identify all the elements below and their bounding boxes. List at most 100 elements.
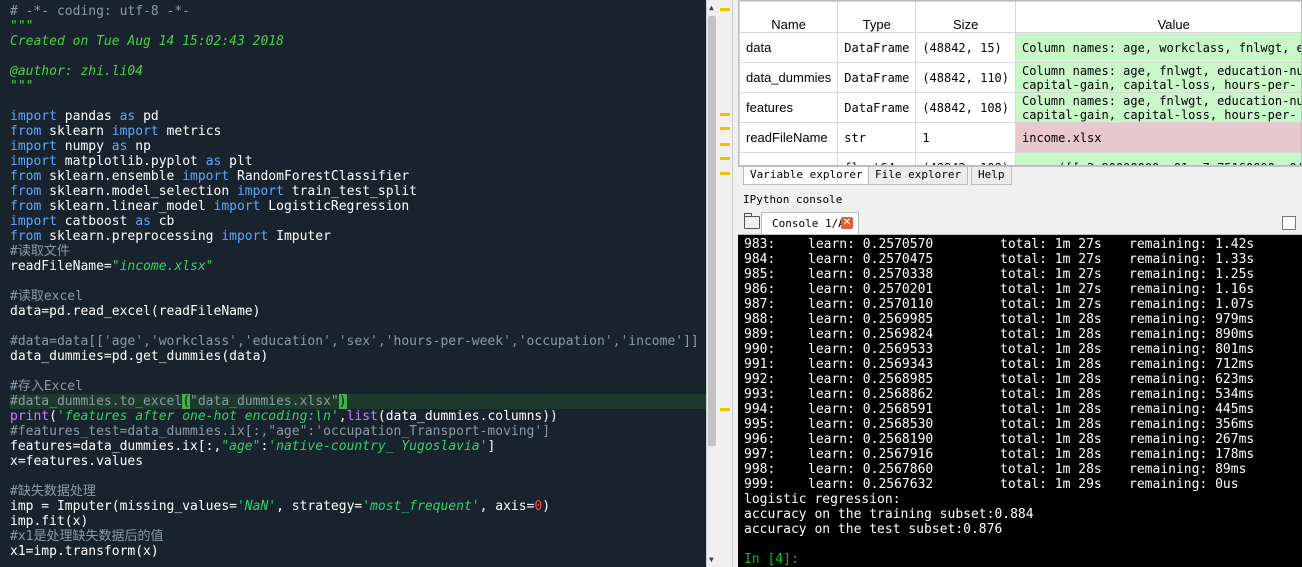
console-output-line: 986: learn: 0.2570201 total: 1m 27s remaini…	[744, 282, 1254, 297]
console-field-rem: remaining: 1.25s	[1129, 267, 1255, 282]
variable-table: Name Type Size Value data DataFrame (48842…	[739, 1, 1301, 165]
column-header-name[interactable]: Name	[739, 1, 839, 33]
tab-help[interactable]: Help	[971, 167, 1012, 185]
code-line[interactable]: 7	[10, 94, 706, 109]
tab-console[interactable]: Console 1/A ✕	[761, 212, 859, 234]
code-line[interactable]: 25	[10, 364, 706, 379]
console-tab-label: Console 1/A	[772, 217, 845, 230]
code-line[interactable]: 35imp.fit(x)	[10, 514, 706, 529]
code-line[interactable]: 19	[10, 274, 706, 289]
warning-marker[interactable]	[720, 143, 730, 146]
code-line[interactable]: 16from sklearn.preprocessing import Impu…	[10, 229, 706, 244]
variable-row[interactable]: data DataFrame (48842, 15) Column names: ag…	[739, 32, 1301, 63]
code-token: #data_dummies.to_excel	[10, 394, 183, 409]
code-line[interactable]: 5@author: zhi.li04	[10, 64, 706, 79]
code-line[interactable]: 13from sklearn.model_selection import tr…	[10, 184, 706, 199]
variable-row[interactable]: data_dummies DataFrame (48842, 110) Column …	[739, 62, 1301, 93]
variable-value: income.xlsx	[1015, 122, 1301, 153]
code-line[interactable]: 9from sklearn import metrics	[10, 124, 706, 139]
code-line[interactable]: 22	[10, 319, 706, 334]
ipython-console[interactable]: 983: learn: 0.2570570 total: 1m 27s remaini…	[738, 235, 1302, 567]
code-token: LogisticRegression	[260, 199, 410, 214]
code-line[interactable]: 36#x1是处理缺失数据后的值	[10, 529, 706, 544]
code-line[interactable]: 20#读取excel	[10, 289, 706, 304]
pane-tab-bar: Variable explorer File explorer Help	[738, 166, 1302, 187]
code-line[interactable]: 15import catboost as cb	[10, 214, 706, 229]
code-line[interactable]: 31x=features.values	[10, 454, 706, 469]
code-line[interactable]: 17#读取文件	[10, 244, 706, 259]
code-line[interactable]: 10import numpy as np	[10, 139, 706, 154]
code-token: "income.xlsx"	[111, 259, 214, 274]
column-header-size[interactable]: Size	[915, 1, 1017, 33]
editor-scrollbar-thumb[interactable]	[708, 16, 716, 446]
code-line[interactable]: 6"""	[10, 79, 706, 94]
code-line[interactable]: 24data_dummies=pd.get_dummies(data)	[10, 349, 706, 364]
options-icon[interactable]	[1282, 216, 1296, 230]
code-token: #缺失数据处理	[10, 484, 96, 499]
line-number-gutter	[0, 0, 8, 567]
code-editor[interactable]: 1# -*- coding: utf-8 -*-2"""3Created on …	[0, 0, 706, 567]
close-icon[interactable]: ✕	[841, 217, 853, 229]
console-output-line: 984: learn: 0.2570475 total: 1m 27s remaini…	[744, 252, 1254, 267]
code-token: as	[135, 214, 151, 229]
code-line[interactable]: 23#data=data[['age','workclass','educati…	[10, 334, 706, 349]
console-field-total: total: 1m 28s	[1000, 447, 1102, 462]
console-field-learn: learn: 0.2567632	[808, 477, 934, 492]
code-line[interactable]: 33#缺失数据处理	[10, 484, 706, 499]
column-header-value[interactable]: Value	[1015, 1, 1301, 33]
console-tab-bar: Console 1/A ✕	[738, 210, 1302, 235]
code-line[interactable]: 12from sklearn.ensemble import RandomFor…	[10, 169, 706, 184]
code-token: """	[10, 19, 34, 34]
variable-row[interactable]: readFileName str 1 income.xlsx	[739, 122, 1301, 153]
code-line[interactable]: 8import pandas as pd	[10, 109, 706, 124]
code-line[interactable]: 2"""	[10, 19, 706, 34]
warning-marker[interactable]	[720, 113, 730, 116]
tab-variable-explorer[interactable]: Variable explorer	[743, 167, 870, 185]
console-field-total: total: 1m 27s	[1000, 267, 1102, 282]
code-line[interactable]: 14from sklearn.linear_model import Logis…	[10, 199, 706, 214]
console-field-rem: remaining: 1.42s	[1129, 237, 1255, 252]
console-output-line: 996: learn: 0.2568190 total: 1m 28s remaini…	[744, 432, 1254, 447]
code-token: #data=data[['age','workclass','education…	[10, 334, 699, 349]
scroll-up-arrow-icon[interactable]: ▲	[709, 3, 714, 12]
code-token: import	[10, 109, 57, 124]
console-prompt[interactable]: In [4]:	[744, 552, 799, 567]
code-area[interactable]: 1# -*- coding: utf-8 -*-2"""3Created on …	[10, 4, 706, 559]
code-token: """	[10, 79, 34, 94]
code-line[interactable]: 34imp = Imputer(missing_values='NaN', st…	[10, 499, 706, 514]
code-line[interactable]: 1# -*- coding: utf-8 -*-	[10, 4, 706, 19]
tab-file-explorer[interactable]: File explorer	[868, 167, 969, 185]
code-line[interactable]: 21data=pd.read_excel(readFileName)	[10, 304, 706, 319]
column-header-type[interactable]: Type	[837, 1, 917, 33]
code-line[interactable]: 11import matplotlib.pyplot as plt	[10, 154, 706, 169]
scroll-down-arrow-icon[interactable]: ▼	[709, 555, 714, 564]
code-token: ,	[338, 409, 347, 424]
code-token: sklearn.linear_model	[41, 199, 214, 214]
code-line[interactable]: 28print('features after one-hot encoding…	[10, 409, 706, 424]
console-field-rem: remaining: 89ms	[1129, 462, 1247, 477]
code-line[interactable]: 18readFileName="income.xlsx"	[10, 259, 706, 274]
warning-marker[interactable]	[720, 127, 730, 130]
console-output-line: 989: learn: 0.2569824 total: 1m 28s remaini…	[744, 327, 1254, 342]
code-line[interactable]: 4	[10, 49, 706, 64]
warning-marker[interactable]	[720, 172, 730, 175]
folder-icon[interactable]	[744, 213, 760, 229]
code-line[interactable]: 26#存入Excel	[10, 379, 706, 394]
variable-name: data	[739, 32, 839, 63]
code-line[interactable]: 30features=data_dummies.ix[:,"age":'nati…	[10, 439, 706, 454]
warning-marker[interactable]	[720, 8, 730, 11]
variable-type: float64	[837, 152, 917, 165]
code-token: import	[213, 199, 261, 214]
code-line[interactable]: 37x1=imp.transform(x)	[10, 544, 706, 559]
code-line[interactable]: 29#features_test=data_dummies.ix[:,"age"…	[10, 424, 706, 439]
warning-marker[interactable]	[720, 157, 730, 160]
code-token: imp = Imputer(missing_values=	[10, 499, 237, 514]
console-field-total: total: 1m 28s	[1000, 432, 1102, 447]
variable-row[interactable]: xfloat64(48842, 108)array([[ 3.90000000e…	[739, 152, 1301, 165]
warning-marker[interactable]	[720, 408, 730, 411]
code-line[interactable]: 32	[10, 469, 706, 484]
variable-row[interactable]: features DataFrame (48842, 108) Column name…	[739, 92, 1301, 123]
code-token: 'NaN'	[236, 499, 277, 514]
code-line[interactable]: 27#data_dummies.to_excel("data_dummies.x…	[10, 394, 706, 409]
code-line[interactable]: 3Created on Tue Aug 14 15:02:43 2018	[10, 34, 706, 49]
